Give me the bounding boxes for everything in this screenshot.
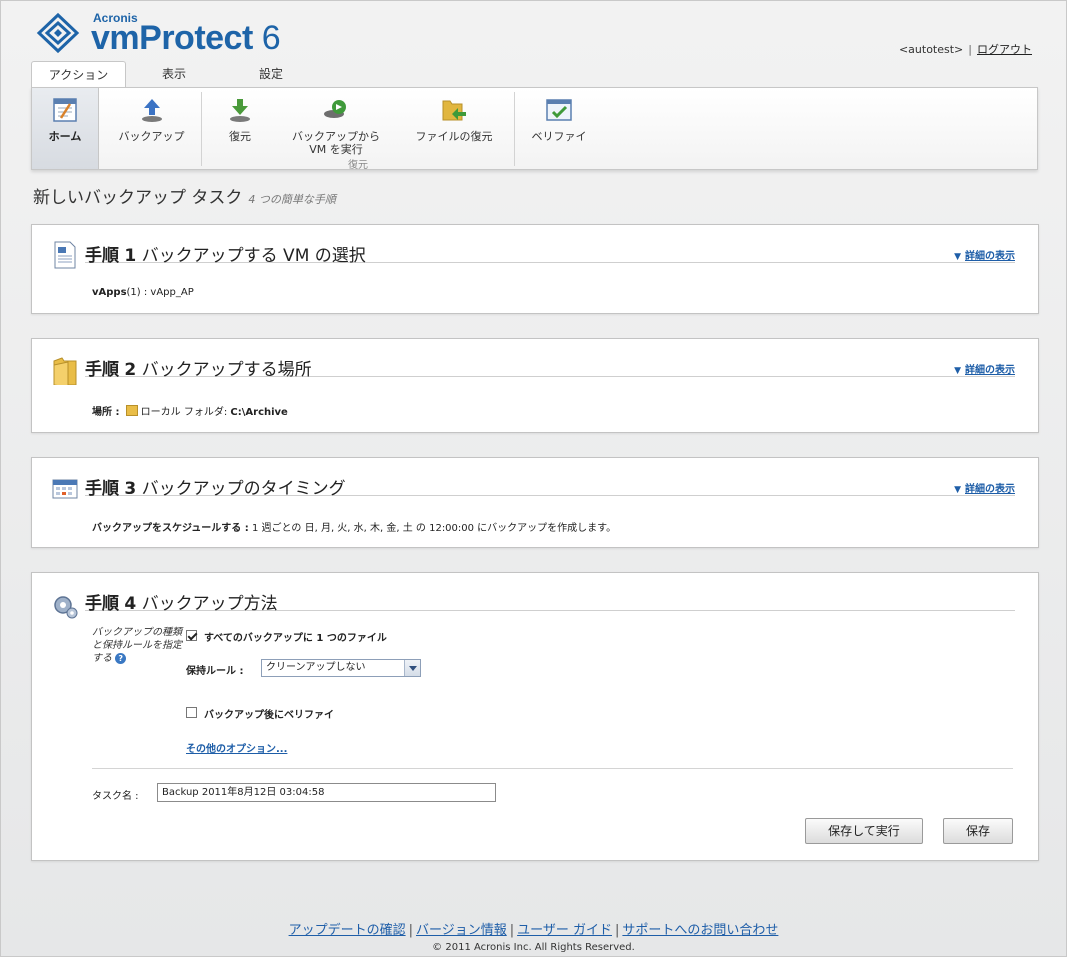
step-3-summary: バックアップをスケジュールする : 1 週ごとの 日, 月, 火, 水, 木, … — [92, 523, 617, 534]
step-3-panel: 手順 3 バックアップのタイミング ▼ 詳細の表示 バックアップをスケジュールする… — [31, 457, 1039, 548]
verify-icon — [546, 99, 572, 121]
triangle-down-icon: ▼ — [954, 366, 961, 376]
retention-select[interactable]: クリーンアップしない — [261, 659, 421, 677]
task-name-label: タスク名 : — [92, 791, 139, 802]
run-vm-icon — [324, 100, 346, 118]
ribbon-divider — [201, 92, 202, 166]
step-3-title: 手順 3 バックアップのタイミング — [85, 474, 1015, 499]
local-folder-icon — [125, 405, 138, 416]
step-1-title: 手順 1 バックアップする VM の選択 — [85, 241, 1015, 266]
more-options-link[interactable]: その他のオプション... — [186, 740, 287, 755]
page-subtitle: 4 つの簡単な手順 — [248, 193, 336, 206]
file-restore-icon — [442, 100, 466, 121]
task-name-input[interactable]: Backup 2011年8月12日 03:04:58 — [157, 783, 496, 802]
ribbon-file-restore-button[interactable]: ファイルの復元 — [409, 88, 499, 169]
tab-action[interactable]: アクション — [31, 61, 126, 89]
help-icon[interactable]: ? — [115, 653, 127, 664]
app-window: Acronis vmProtect 6 <autotest> | ログアウト アクシ… — [0, 0, 1067, 957]
ribbon-divider — [514, 92, 515, 166]
single-file-label: すべてのバックアップに 1 つのファイル — [204, 633, 387, 644]
file-restore-label: ファイルの復元 — [415, 130, 493, 143]
step-4-title: 手順 4 バックアップ方法 — [85, 589, 1015, 614]
ribbon-home-button[interactable]: ホーム — [32, 88, 99, 169]
verify-after-backup-checkbox[interactable] — [186, 707, 197, 718]
chevron-down-icon — [404, 660, 420, 676]
restore-group-label: 復元 — [348, 160, 368, 171]
run-vm-label: バックアップから VM を実行 — [292, 130, 380, 156]
logout-link[interactable]: ログアウト — [977, 43, 1032, 56]
retention-value: クリーンアップしない — [266, 662, 366, 673]
restore-download-icon — [230, 99, 250, 122]
verify-label: ベリファイ — [531, 130, 587, 143]
folder-icon — [53, 357, 77, 385]
backup-method-note: バックアップの種類と保持ルールを指定する ? — [92, 627, 182, 664]
save-button[interactable]: 保存 — [943, 818, 1013, 844]
acronis-logo: Acronis vmProtect 6 — [33, 9, 293, 59]
step-2-panel: 手順 2 バックアップする場所 ▼ 詳細の表示 場所 : ローカル フォルダ: C… — [31, 338, 1039, 433]
check-updates-link[interactable]: アップデートの確認 — [289, 923, 406, 938]
step-2-title: 手順 2 バックアップする場所 — [85, 355, 1015, 380]
version-info-link[interactable]: バージョン情報 — [416, 923, 507, 938]
triangle-down-icon: ▼ — [954, 252, 961, 262]
step-1-details-link[interactable]: ▼ 詳細の表示 — [954, 247, 1015, 262]
ribbon-run-vm-button[interactable]: バックアップから VM を実行 — [284, 88, 388, 169]
brand-name: vmProtect 6 — [91, 19, 281, 57]
home-icon — [53, 98, 77, 122]
user-area: <autotest> | ログアウト — [898, 43, 1032, 56]
ribbon-toolbar: ホーム バックアップ 復元 バックアップから VM を実行 ファイルの復元 復元… — [31, 87, 1038, 171]
tab-settings[interactable]: 設定 — [241, 61, 301, 89]
step-4-panel: 手順 4 バックアップ方法 バックアップの種類と保持ルールを指定する ? すべて… — [31, 572, 1039, 861]
triangle-down-icon: ▼ — [954, 485, 961, 495]
step-3-details-link[interactable]: ▼ 詳細の表示 — [954, 480, 1015, 495]
home-label: ホーム — [48, 130, 82, 143]
retention-label: 保持ルール : — [186, 666, 244, 677]
support-contact-link[interactable]: サポートへのお問い合わせ — [622, 923, 778, 938]
user-guide-link[interactable]: ユーザー ガイド — [517, 923, 612, 938]
vm-document-icon — [54, 241, 76, 269]
divider — [92, 768, 1013, 769]
calendar-icon — [52, 479, 78, 499]
footer-links: アップデートの確認 | バージョン情報 | ユーザー ガイド | サポートへのお問い合わせ — [288, 923, 779, 938]
step-1-panel: 手順 1 バックアップする VM の選択 ▼ 詳細の表示 vApps(1) : v… — [31, 224, 1039, 314]
step-1-summary: vApps(1) : vApp_AP — [92, 287, 194, 298]
save-and-run-button[interactable]: 保存して実行 — [805, 818, 923, 844]
gears-icon — [54, 596, 78, 619]
restore-label: 復元 — [229, 130, 251, 143]
ribbon-restore-button[interactable]: 復元 — [210, 88, 270, 169]
page-title: 新しいバックアップ タスク 4 つの簡単な手順 — [33, 188, 336, 208]
step-2-details-link[interactable]: ▼ 詳細の表示 — [954, 361, 1015, 376]
single-file-checkbox[interactable] — [186, 630, 197, 641]
ribbon-backup-button[interactable]: バックアップ — [104, 88, 199, 169]
username: <autotest> — [898, 43, 964, 56]
step-2-summary: 場所 : ローカル フォルダ: C:\Archive — [92, 405, 288, 418]
verify-after-backup-label: バックアップ後にベリファイ — [204, 710, 334, 721]
tab-view[interactable]: 表示 — [144, 61, 204, 89]
backup-label: バックアップ — [118, 130, 185, 143]
acronis-logo-icon — [36, 12, 80, 54]
copyright: © 2011 Acronis Inc. All Rights Reserved. — [432, 942, 635, 953]
ribbon-verify-button[interactable]: ベリファイ — [524, 88, 594, 169]
backup-upload-icon — [141, 99, 162, 122]
